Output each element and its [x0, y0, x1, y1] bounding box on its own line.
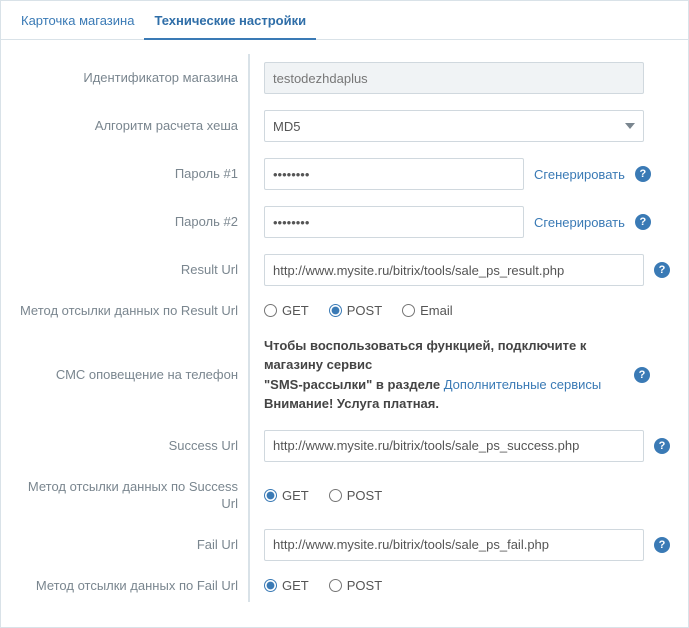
radio-input[interactable] [329, 579, 342, 592]
password1-input[interactable] [264, 158, 524, 190]
radio-label: POST [347, 303, 382, 318]
label-password2: Пароль #2 [19, 198, 248, 246]
radio-label: GET [282, 488, 309, 503]
help-icon[interactable]: ? [654, 438, 670, 454]
label-result-method: Метод отсылки данных по Result Url [19, 294, 248, 328]
password2-input[interactable] [264, 206, 524, 238]
radio-label: POST [347, 488, 382, 503]
label-success-url: Success Url [19, 422, 248, 470]
sms-line2: "SMS-рассылки" в разделе [264, 377, 444, 392]
label-password1: Пароль #1 [19, 150, 248, 198]
settings-panel: Карточка магазина Технические настройки … [0, 0, 689, 628]
hash-algo-select[interactable]: MD5 [264, 110, 644, 142]
help-icon[interactable]: ? [654, 262, 670, 278]
chevron-down-icon [625, 123, 635, 129]
radio-fail-post[interactable]: POST [329, 578, 382, 593]
help-icon[interactable]: ? [654, 537, 670, 553]
label-fail-method: Метод отсылки данных по Fail Url [19, 569, 248, 603]
radio-label: POST [347, 578, 382, 593]
radio-result-post[interactable]: POST [329, 303, 382, 318]
radio-input[interactable] [402, 304, 415, 317]
radio-input[interactable] [264, 579, 277, 592]
fail-url-input[interactable] [264, 529, 644, 561]
help-icon[interactable]: ? [635, 166, 651, 182]
radio-result-get[interactable]: GET [264, 303, 309, 318]
radio-label: Email [420, 303, 453, 318]
sms-line3: Внимание! Услуга платная. [264, 396, 439, 411]
radio-input[interactable] [329, 489, 342, 502]
radio-label: GET [282, 303, 309, 318]
tabs: Карточка магазина Технические настройки [1, 1, 688, 40]
settings-form: Идентификатор магазина Алгоритм расчета … [1, 40, 688, 620]
label-shop-id: Идентификатор магазина [19, 54, 248, 102]
generate-password1-link[interactable]: Сгенерировать [534, 167, 625, 182]
shop-id-input [264, 62, 644, 94]
radio-input[interactable] [264, 489, 277, 502]
help-icon[interactable]: ? [634, 367, 650, 383]
label-success-method: Метод отсылки данных по Success Url [19, 470, 248, 521]
tab-shop-card[interactable]: Карточка магазина [11, 1, 144, 40]
generate-password2-link[interactable]: Сгенерировать [534, 215, 625, 230]
additional-services-link[interactable]: Дополнительные сервисы [444, 377, 602, 392]
hash-algo-value: MD5 [273, 119, 300, 134]
radio-input[interactable] [264, 304, 277, 317]
radio-success-post[interactable]: POST [329, 488, 382, 503]
result-url-input[interactable] [264, 254, 644, 286]
success-url-input[interactable] [264, 430, 644, 462]
label-result-url: Result Url [19, 246, 248, 294]
radio-label: GET [282, 578, 309, 593]
sms-line1: Чтобы воспользоваться функцией, подключи… [264, 338, 586, 373]
label-sms: СМС оповещение на телефон [19, 328, 248, 422]
label-hash-algo: Алгоритм расчета хеша [19, 102, 248, 150]
radio-input[interactable] [329, 304, 342, 317]
sms-notice-text: Чтобы воспользоваться функцией, подключи… [264, 336, 624, 414]
radio-result-email[interactable]: Email [402, 303, 453, 318]
tab-tech-settings[interactable]: Технические настройки [144, 1, 316, 40]
help-icon[interactable]: ? [635, 214, 651, 230]
label-fail-url: Fail Url [19, 521, 248, 569]
radio-success-get[interactable]: GET [264, 488, 309, 503]
radio-fail-get[interactable]: GET [264, 578, 309, 593]
